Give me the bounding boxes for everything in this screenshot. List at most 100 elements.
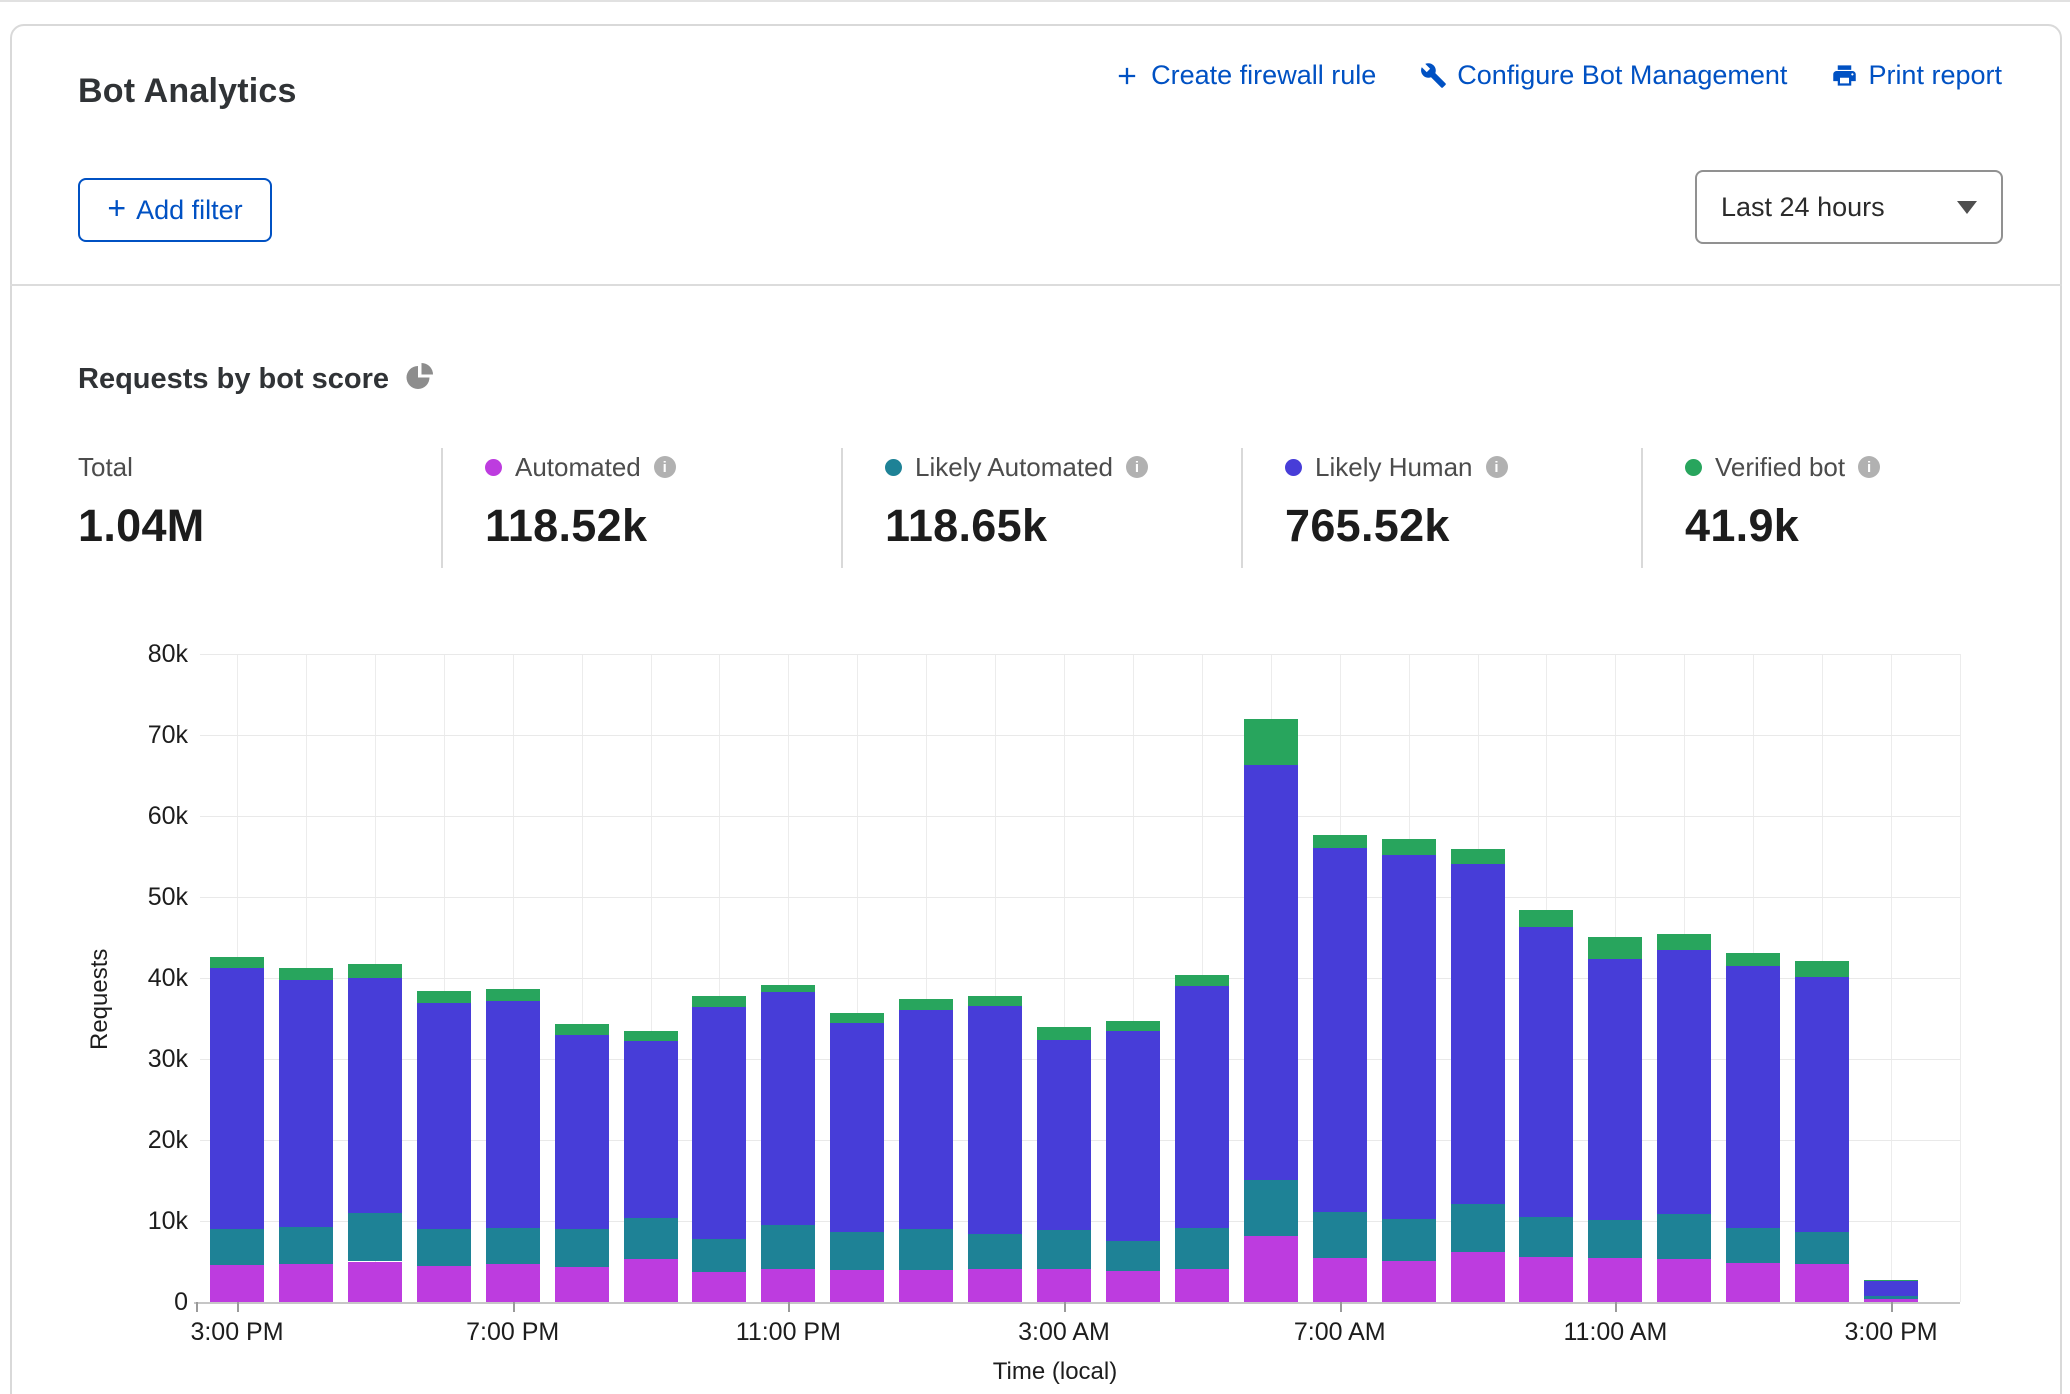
bar-segment-likely-automated[interactable] — [1451, 1204, 1505, 1252]
bar-segment-verified-bot[interactable] — [348, 964, 402, 978]
bar-segment-automated[interactable] — [486, 1264, 540, 1302]
action-configure-bot-management[interactable]: Configure Bot Management — [1420, 60, 1787, 91]
bar-segment-likely-human[interactable] — [1382, 855, 1436, 1220]
bar-segment-likely-human[interactable] — [1519, 927, 1573, 1217]
bar-segment-likely-automated[interactable] — [1037, 1230, 1091, 1269]
bar-segment-automated[interactable] — [692, 1272, 746, 1302]
bar-segment-likely-automated[interactable] — [210, 1229, 264, 1265]
bar-segment-likely-human[interactable] — [1451, 864, 1505, 1204]
bar-segment-likely-human[interactable] — [1313, 848, 1367, 1212]
bar-segment-verified-bot[interactable] — [417, 991, 471, 1003]
bar-segment-likely-human[interactable] — [899, 1010, 953, 1229]
bar-segment-likely-human[interactable] — [968, 1006, 1022, 1234]
action-create-firewall-rule[interactable]: Create firewall rule — [1113, 60, 1376, 91]
bar-segment-likely-automated[interactable] — [830, 1232, 884, 1270]
bar-segment-verified-bot[interactable] — [624, 1031, 678, 1042]
bar-segment-automated[interactable] — [1106, 1271, 1160, 1302]
bar-segment-verified-bot[interactable] — [830, 1013, 884, 1023]
bar-segment-likely-human[interactable] — [1657, 950, 1711, 1214]
bar-segment-automated[interactable] — [1795, 1264, 1849, 1302]
bar-segment-automated[interactable] — [279, 1264, 333, 1302]
bar-segment-likely-human[interactable] — [761, 992, 815, 1225]
bar-segment-automated[interactable] — [830, 1270, 884, 1302]
bar-segment-likely-human[interactable] — [1588, 959, 1642, 1220]
bar-segment-likely-automated[interactable] — [486, 1228, 540, 1264]
bar-segment-automated[interactable] — [968, 1269, 1022, 1302]
bar-segment-likely-automated[interactable] — [348, 1213, 402, 1262]
bar-segment-verified-bot[interactable] — [1864, 1280, 1918, 1281]
bar-segment-likely-automated[interactable] — [899, 1229, 953, 1270]
bar-segment-verified-bot[interactable] — [1382, 839, 1436, 855]
bar-segment-automated[interactable] — [1313, 1258, 1367, 1302]
bar-segment-likely-automated[interactable] — [968, 1234, 1022, 1269]
bar-segment-verified-bot[interactable] — [1588, 937, 1642, 960]
bar-segment-likely-automated[interactable] — [1519, 1217, 1573, 1257]
bar-segment-likely-human[interactable] — [692, 1007, 746, 1239]
bar-segment-verified-bot[interactable] — [1657, 934, 1711, 949]
info-icon[interactable]: i — [1486, 456, 1508, 478]
bar-segment-automated[interactable] — [1244, 1236, 1298, 1302]
stat-likely-automated[interactable]: Likely Automated i 118.65k — [885, 452, 1148, 552]
bar-segment-likely-human[interactable] — [486, 1001, 540, 1229]
bar-segment-verified-bot[interactable] — [1175, 975, 1229, 986]
bar-segment-likely-automated[interactable] — [1313, 1212, 1367, 1258]
bar-segment-automated[interactable] — [1037, 1269, 1091, 1302]
bar-segment-automated[interactable] — [1382, 1261, 1436, 1302]
bar-segment-likely-human[interactable] — [555, 1035, 609, 1229]
bar-segment-verified-bot[interactable] — [1106, 1021, 1160, 1032]
bar-segment-likely-human[interactable] — [1175, 986, 1229, 1228]
bar-segment-likely-automated[interactable] — [1657, 1214, 1711, 1259]
add-filter-button[interactable]: + Add filter — [78, 178, 272, 242]
bar-segment-likely-human[interactable] — [1244, 765, 1298, 1180]
bar-segment-likely-human[interactable] — [279, 980, 333, 1227]
bar-segment-verified-bot[interactable] — [555, 1024, 609, 1035]
bar-segment-likely-automated[interactable] — [1244, 1180, 1298, 1237]
bar-segment-verified-bot[interactable] — [968, 996, 1022, 1007]
bar-segment-verified-bot[interactable] — [1451, 849, 1505, 864]
bar-segment-likely-human[interactable] — [830, 1023, 884, 1232]
info-icon[interactable]: i — [654, 456, 676, 478]
bar-segment-automated[interactable] — [624, 1259, 678, 1302]
bar-segment-likely-automated[interactable] — [1726, 1228, 1780, 1263]
bar-segment-verified-bot[interactable] — [210, 957, 264, 968]
bar-segment-automated[interactable] — [1657, 1259, 1711, 1302]
bar-segment-automated[interactable] — [1588, 1258, 1642, 1302]
bar-segment-likely-human[interactable] — [1864, 1281, 1918, 1296]
bar-segment-automated[interactable] — [210, 1265, 264, 1302]
stat-likely-human[interactable]: Likely Human i 765.52k — [1285, 452, 1508, 552]
bar-segment-verified-bot[interactable] — [486, 989, 540, 1001]
bar-segment-verified-bot[interactable] — [1519, 910, 1573, 927]
bar-segment-likely-human[interactable] — [1726, 966, 1780, 1228]
bar-segment-verified-bot[interactable] — [899, 999, 953, 1010]
bar-segment-verified-bot[interactable] — [1244, 719, 1298, 765]
bar-segment-likely-human[interactable] — [1106, 1031, 1160, 1241]
bar-segment-likely-automated[interactable] — [1588, 1220, 1642, 1258]
bar-segment-likely-automated[interactable] — [1795, 1232, 1849, 1264]
bar-segment-automated[interactable] — [1451, 1252, 1505, 1302]
action-print-report[interactable]: Print report — [1831, 60, 2002, 91]
bar-segment-likely-human[interactable] — [1795, 977, 1849, 1231]
bar-segment-likely-human[interactable] — [1037, 1040, 1091, 1230]
time-range-dropdown[interactable]: Last 24 hours — [1695, 170, 2003, 244]
bar-segment-verified-bot[interactable] — [1726, 953, 1780, 966]
bar-segment-likely-automated[interactable] — [761, 1225, 815, 1269]
bar-segment-likely-automated[interactable] — [624, 1218, 678, 1259]
bar-segment-likely-automated[interactable] — [1382, 1219, 1436, 1260]
bar-segment-likely-human[interactable] — [210, 968, 264, 1229]
stat-verified-bot[interactable]: Verified bot i 41.9k — [1685, 452, 1880, 552]
info-icon[interactable]: i — [1858, 456, 1880, 478]
bar-segment-automated[interactable] — [761, 1269, 815, 1302]
bar-segment-verified-bot[interactable] — [761, 985, 815, 991]
bar-segment-likely-human[interactable] — [417, 1003, 471, 1229]
bar-segment-verified-bot[interactable] — [1037, 1027, 1091, 1040]
bar-segment-likely-automated[interactable] — [1175, 1228, 1229, 1269]
bar-segment-likely-automated[interactable] — [555, 1229, 609, 1267]
bar-segment-likely-human[interactable] — [624, 1041, 678, 1218]
bar-segment-likely-automated[interactable] — [417, 1229, 471, 1266]
bar-segment-verified-bot[interactable] — [1795, 961, 1849, 977]
bar-segment-likely-automated[interactable] — [1106, 1241, 1160, 1271]
bar-segment-likely-automated[interactable] — [1864, 1296, 1918, 1298]
bar-segment-automated[interactable] — [555, 1267, 609, 1302]
bar-segment-automated[interactable] — [348, 1262, 402, 1303]
bar-segment-automated[interactable] — [1175, 1269, 1229, 1302]
